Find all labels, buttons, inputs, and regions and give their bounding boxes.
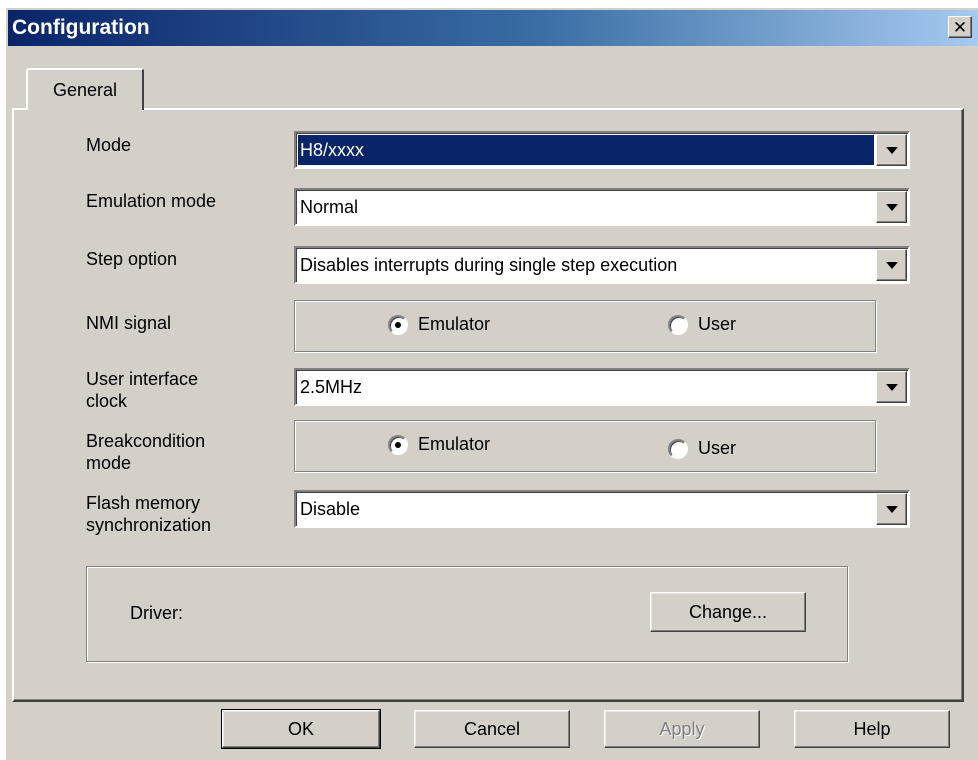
user-interface-clock-label-line1: User interface (86, 369, 199, 389)
nmi-radio-user-label: User (698, 314, 737, 334)
step-option-dropdown[interactable]: Disables interrupts during single step e… (294, 246, 910, 284)
flash-memory-sync-dropdown[interactable]: Disable (294, 490, 910, 528)
apply-button[interactable]: Apply (604, 710, 760, 748)
ok-button-label: OK (287, 718, 314, 739)
nmi-signal-group (294, 300, 876, 352)
breakcondition-radio-emulator-label: Emulator (418, 434, 491, 454)
change-driver-button[interactable]: Change... (650, 592, 806, 632)
apply-button-label: Apply (659, 718, 705, 739)
breakcondition-radio-user-label: User (698, 438, 737, 458)
tab-general[interactable]: General (26, 68, 144, 110)
help-button-label: Help (853, 718, 891, 739)
nmi-signal-label: NMI signal (86, 313, 172, 333)
flash-memory-sync-label-line1: Flash memory (86, 493, 201, 513)
flash-memory-sync-label-line2: synchronization (86, 515, 212, 535)
user-interface-clock-label-line2: clock (86, 391, 128, 411)
user-interface-clock-value: 2.5MHz (300, 377, 363, 397)
radio-checked-icon (388, 314, 408, 335)
chevron-down-icon[interactable] (876, 371, 907, 403)
breakcondition-radio-emulator[interactable]: Emulator (388, 434, 490, 455)
step-option-label: Step option (86, 249, 178, 269)
mode-dropdown[interactable]: H8/xxxx (294, 131, 910, 169)
tab-general-label: General (52, 79, 118, 100)
nmi-radio-user[interactable]: User (668, 314, 736, 335)
emulation-mode-label: Emulation mode (86, 191, 217, 211)
change-driver-button-label: Change... (688, 601, 768, 622)
close-icon: ✕ (952, 17, 968, 37)
chevron-down-icon[interactable] (876, 191, 907, 223)
nmi-radio-emulator[interactable]: Emulator (388, 314, 490, 335)
mode-value: H8/xxxx (300, 140, 365, 160)
emulation-mode-value: Normal (300, 197, 359, 217)
radio-unchecked-icon (668, 438, 688, 459)
cancel-button-label: Cancel (463, 718, 521, 739)
mode-label: Mode (86, 135, 132, 155)
breakcondition-radio-user[interactable]: User (668, 438, 736, 459)
step-option-value: Disables interrupts during single step e… (300, 255, 678, 275)
help-button[interactable]: Help (794, 710, 950, 748)
mode-selection-highlight: H8/xxxx (298, 135, 874, 165)
breakcondition-mode-group (294, 420, 876, 472)
radio-unchecked-icon (668, 314, 688, 335)
chevron-down-icon[interactable] (876, 249, 907, 281)
emulation-mode-dropdown[interactable]: Normal (294, 188, 910, 226)
dialog-title: Configuration (12, 16, 150, 39)
flash-memory-sync-value: Disable (300, 499, 361, 519)
chevron-down-icon[interactable] (876, 134, 907, 166)
title-bar[interactable]: Configuration ✕ (8, 10, 978, 46)
driver-label: Driver: (130, 603, 183, 623)
breakcondition-mode-label-line1: Breakcondition (86, 431, 206, 451)
chevron-down-icon[interactable] (876, 493, 907, 525)
nmi-radio-emulator-label: Emulator (418, 314, 491, 334)
user-interface-clock-dropdown[interactable]: 2.5MHz (294, 368, 910, 406)
cancel-button[interactable]: Cancel (414, 710, 570, 748)
ok-button[interactable]: OK (221, 709, 381, 749)
radio-checked-icon (388, 434, 408, 455)
close-button[interactable]: ✕ (948, 16, 972, 38)
breakcondition-mode-label-line2: mode (86, 453, 132, 473)
configuration-dialog: Configuration ✕ General Mode H8/xxxx Emu… (6, 8, 978, 760)
